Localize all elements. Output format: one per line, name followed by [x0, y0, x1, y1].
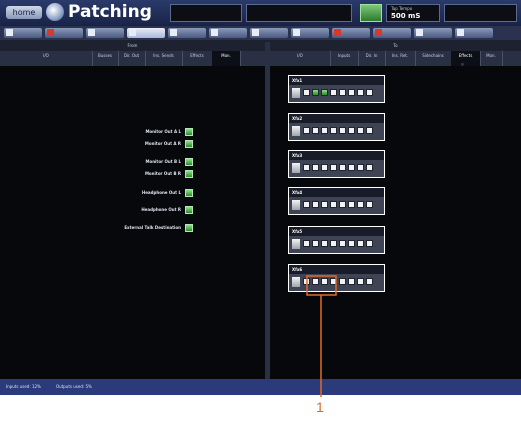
- callout-number: 1: [316, 399, 324, 415]
- callout-box: [306, 275, 337, 296]
- callout-graphic: [306, 275, 337, 397]
